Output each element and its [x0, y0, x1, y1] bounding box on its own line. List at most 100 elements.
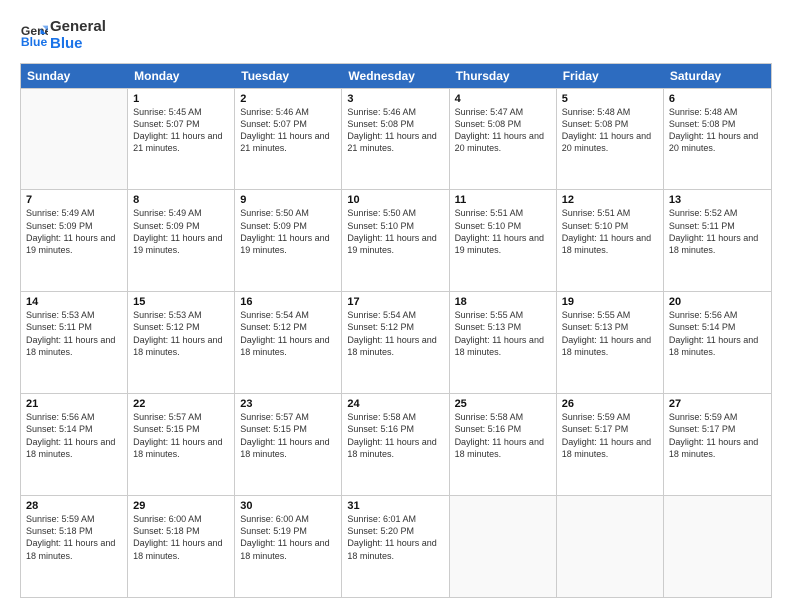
- day-number: 31: [347, 500, 443, 512]
- calendar-cell: 10Sunrise: 5:50 AMSunset: 5:10 PMDayligh…: [342, 190, 449, 291]
- day-number: 29: [133, 500, 229, 512]
- cell-info: Sunrise: 5:54 AMSunset: 5:12 PMDaylight:…: [347, 309, 443, 358]
- day-number: 7: [26, 194, 122, 206]
- day-number: 6: [669, 93, 766, 105]
- calendar-cell: 20Sunrise: 5:56 AMSunset: 5:14 PMDayligh…: [664, 292, 771, 393]
- calendar-cell: 21Sunrise: 5:56 AMSunset: 5:14 PMDayligh…: [21, 394, 128, 495]
- calendar-header: SundayMondayTuesdayWednesdayThursdayFrid…: [21, 64, 771, 88]
- day-number: 8: [133, 194, 229, 206]
- cell-info: Sunrise: 6:00 AMSunset: 5:18 PMDaylight:…: [133, 513, 229, 562]
- day-number: 24: [347, 398, 443, 410]
- cell-info: Sunrise: 5:51 AMSunset: 5:10 PMDaylight:…: [562, 207, 658, 256]
- weekday-header: Saturday: [664, 64, 771, 88]
- calendar-cell: 11Sunrise: 5:51 AMSunset: 5:10 PMDayligh…: [450, 190, 557, 291]
- logo-icon: General Blue: [20, 21, 48, 49]
- calendar-cell: 23Sunrise: 5:57 AMSunset: 5:15 PMDayligh…: [235, 394, 342, 495]
- cell-info: Sunrise: 5:52 AMSunset: 5:11 PMDaylight:…: [669, 207, 766, 256]
- calendar-cell: [450, 496, 557, 597]
- page: General Blue General Blue SundayMondayTu…: [0, 0, 792, 612]
- day-number: 13: [669, 194, 766, 206]
- cell-info: Sunrise: 5:49 AMSunset: 5:09 PMDaylight:…: [26, 207, 122, 256]
- cell-info: Sunrise: 5:55 AMSunset: 5:13 PMDaylight:…: [562, 309, 658, 358]
- cell-info: Sunrise: 5:47 AMSunset: 5:08 PMDaylight:…: [455, 106, 551, 155]
- weekday-header: Tuesday: [235, 64, 342, 88]
- calendar-cell: 8Sunrise: 5:49 AMSunset: 5:09 PMDaylight…: [128, 190, 235, 291]
- cell-info: Sunrise: 5:56 AMSunset: 5:14 PMDaylight:…: [26, 411, 122, 460]
- day-number: 2: [240, 93, 336, 105]
- day-number: 11: [455, 194, 551, 206]
- cell-info: Sunrise: 5:54 AMSunset: 5:12 PMDaylight:…: [240, 309, 336, 358]
- day-number: 27: [669, 398, 766, 410]
- calendar-row: 28Sunrise: 5:59 AMSunset: 5:18 PMDayligh…: [21, 495, 771, 597]
- calendar-cell: 7Sunrise: 5:49 AMSunset: 5:09 PMDaylight…: [21, 190, 128, 291]
- day-number: 5: [562, 93, 658, 105]
- calendar-cell: 17Sunrise: 5:54 AMSunset: 5:12 PMDayligh…: [342, 292, 449, 393]
- calendar-cell: 22Sunrise: 5:57 AMSunset: 5:15 PMDayligh…: [128, 394, 235, 495]
- day-number: 10: [347, 194, 443, 206]
- day-number: 16: [240, 296, 336, 308]
- cell-info: Sunrise: 5:45 AMSunset: 5:07 PMDaylight:…: [133, 106, 229, 155]
- day-number: 14: [26, 296, 122, 308]
- header: General Blue General Blue: [20, 18, 772, 53]
- calendar-cell: 19Sunrise: 5:55 AMSunset: 5:13 PMDayligh…: [557, 292, 664, 393]
- day-number: 15: [133, 296, 229, 308]
- calendar-cell: 16Sunrise: 5:54 AMSunset: 5:12 PMDayligh…: [235, 292, 342, 393]
- weekday-header: Wednesday: [342, 64, 449, 88]
- calendar-cell: 31Sunrise: 6:01 AMSunset: 5:20 PMDayligh…: [342, 496, 449, 597]
- weekday-header: Thursday: [450, 64, 557, 88]
- calendar-cell: 6Sunrise: 5:48 AMSunset: 5:08 PMDaylight…: [664, 89, 771, 190]
- calendar-cell: 29Sunrise: 6:00 AMSunset: 5:18 PMDayligh…: [128, 496, 235, 597]
- cell-info: Sunrise: 5:51 AMSunset: 5:10 PMDaylight:…: [455, 207, 551, 256]
- day-number: 25: [455, 398, 551, 410]
- calendar-cell: 3Sunrise: 5:46 AMSunset: 5:08 PMDaylight…: [342, 89, 449, 190]
- calendar-cell: 25Sunrise: 5:58 AMSunset: 5:16 PMDayligh…: [450, 394, 557, 495]
- cell-info: Sunrise: 5:57 AMSunset: 5:15 PMDaylight:…: [133, 411, 229, 460]
- cell-info: Sunrise: 5:46 AMSunset: 5:07 PMDaylight:…: [240, 106, 336, 155]
- cell-info: Sunrise: 5:56 AMSunset: 5:14 PMDaylight:…: [669, 309, 766, 358]
- calendar-row: 7Sunrise: 5:49 AMSunset: 5:09 PMDaylight…: [21, 189, 771, 291]
- cell-info: Sunrise: 5:59 AMSunset: 5:17 PMDaylight:…: [669, 411, 766, 460]
- calendar-cell: 12Sunrise: 5:51 AMSunset: 5:10 PMDayligh…: [557, 190, 664, 291]
- calendar-row: 14Sunrise: 5:53 AMSunset: 5:11 PMDayligh…: [21, 291, 771, 393]
- calendar-cell: 15Sunrise: 5:53 AMSunset: 5:12 PMDayligh…: [128, 292, 235, 393]
- cell-info: Sunrise: 6:01 AMSunset: 5:20 PMDaylight:…: [347, 513, 443, 562]
- calendar-body: 1Sunrise: 5:45 AMSunset: 5:07 PMDaylight…: [21, 88, 771, 598]
- cell-info: Sunrise: 5:50 AMSunset: 5:10 PMDaylight:…: [347, 207, 443, 256]
- cell-info: Sunrise: 5:59 AMSunset: 5:18 PMDaylight:…: [26, 513, 122, 562]
- cell-info: Sunrise: 5:58 AMSunset: 5:16 PMDaylight:…: [347, 411, 443, 460]
- cell-info: Sunrise: 5:49 AMSunset: 5:09 PMDaylight:…: [133, 207, 229, 256]
- day-number: 17: [347, 296, 443, 308]
- day-number: 21: [26, 398, 122, 410]
- cell-info: Sunrise: 5:48 AMSunset: 5:08 PMDaylight:…: [562, 106, 658, 155]
- calendar-cell: 5Sunrise: 5:48 AMSunset: 5:08 PMDaylight…: [557, 89, 664, 190]
- day-number: 9: [240, 194, 336, 206]
- calendar-cell: [557, 496, 664, 597]
- calendar-cell: 2Sunrise: 5:46 AMSunset: 5:07 PMDaylight…: [235, 89, 342, 190]
- cell-info: Sunrise: 5:50 AMSunset: 5:09 PMDaylight:…: [240, 207, 336, 256]
- calendar-cell: 28Sunrise: 5:59 AMSunset: 5:18 PMDayligh…: [21, 496, 128, 597]
- calendar-cell: 26Sunrise: 5:59 AMSunset: 5:17 PMDayligh…: [557, 394, 664, 495]
- calendar-cell: 4Sunrise: 5:47 AMSunset: 5:08 PMDaylight…: [450, 89, 557, 190]
- calendar: SundayMondayTuesdayWednesdayThursdayFrid…: [20, 63, 772, 599]
- day-number: 28: [26, 500, 122, 512]
- day-number: 3: [347, 93, 443, 105]
- weekday-header: Monday: [128, 64, 235, 88]
- cell-info: Sunrise: 5:48 AMSunset: 5:08 PMDaylight:…: [669, 106, 766, 155]
- day-number: 1: [133, 93, 229, 105]
- day-number: 26: [562, 398, 658, 410]
- cell-info: Sunrise: 5:55 AMSunset: 5:13 PMDaylight:…: [455, 309, 551, 358]
- cell-info: Sunrise: 5:57 AMSunset: 5:15 PMDaylight:…: [240, 411, 336, 460]
- cell-info: Sunrise: 5:53 AMSunset: 5:11 PMDaylight:…: [26, 309, 122, 358]
- cell-info: Sunrise: 5:58 AMSunset: 5:16 PMDaylight:…: [455, 411, 551, 460]
- cell-info: Sunrise: 5:59 AMSunset: 5:17 PMDaylight:…: [562, 411, 658, 460]
- calendar-cell: 24Sunrise: 5:58 AMSunset: 5:16 PMDayligh…: [342, 394, 449, 495]
- calendar-row: 21Sunrise: 5:56 AMSunset: 5:14 PMDayligh…: [21, 393, 771, 495]
- calendar-cell: [21, 89, 128, 190]
- calendar-row: 1Sunrise: 5:45 AMSunset: 5:07 PMDaylight…: [21, 88, 771, 190]
- logo-text-blue: Blue: [50, 35, 106, 52]
- day-number: 30: [240, 500, 336, 512]
- calendar-cell: 30Sunrise: 6:00 AMSunset: 5:19 PMDayligh…: [235, 496, 342, 597]
- calendar-cell: 1Sunrise: 5:45 AMSunset: 5:07 PMDaylight…: [128, 89, 235, 190]
- weekday-header: Sunday: [21, 64, 128, 88]
- day-number: 20: [669, 296, 766, 308]
